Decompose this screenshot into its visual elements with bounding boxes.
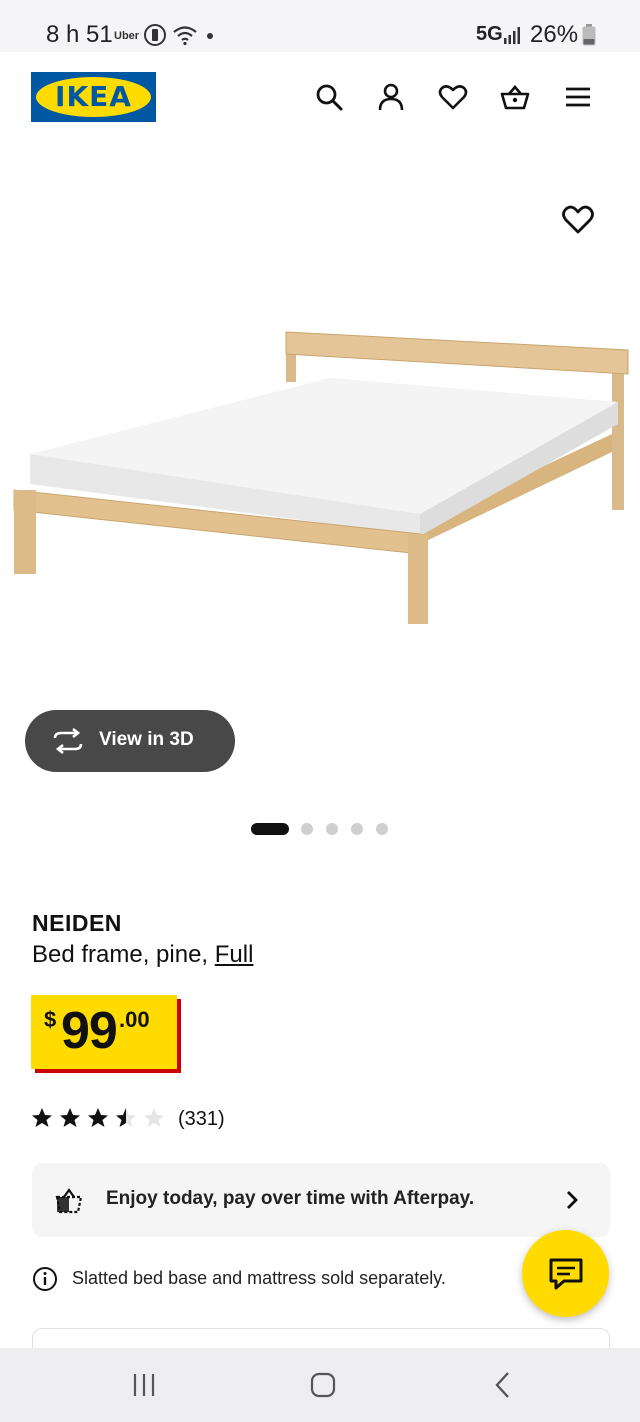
account-icon[interactable] xyxy=(376,82,406,112)
afterpay-icon xyxy=(55,1188,83,1214)
status-time: 8 h 51 xyxy=(46,21,113,48)
afterpay-text: Enjoy today, pay over time with Afterpay… xyxy=(106,1188,475,1209)
favorites-icon[interactable] xyxy=(438,82,468,112)
product-size-link[interactable]: Full xyxy=(215,941,254,968)
search-icon[interactable] xyxy=(314,82,344,112)
star-empty-icon xyxy=(144,1108,164,1127)
chat-button[interactable] xyxy=(522,1230,609,1317)
signal-icon xyxy=(504,27,520,44)
view-in-3d-label: View in 3D xyxy=(99,729,194,750)
product-name: NEIDEN xyxy=(32,910,122,936)
price-integer: 99 xyxy=(61,1002,118,1060)
network-type: 5G xyxy=(476,23,503,45)
view-in-3d-button[interactable]: View in 3D xyxy=(25,710,235,772)
status-bar: 8 h 51 Uber 5G 26% xyxy=(0,0,640,52)
ikea-logo[interactable]: IKEA xyxy=(31,72,156,122)
menu-icon[interactable] xyxy=(563,82,593,112)
home-icon[interactable] xyxy=(308,1370,338,1400)
wifi-icon xyxy=(173,26,197,46)
chevron-right-icon xyxy=(567,1191,578,1209)
pagination-dot[interactable] xyxy=(351,823,363,835)
review-count[interactable]: (331) xyxy=(178,1108,225,1131)
product-type: Bed frame, pine, xyxy=(32,941,215,968)
add-to-favorites-button[interactable] xyxy=(560,202,596,238)
battery-saver-icon xyxy=(144,24,166,46)
pagination-dot[interactable] xyxy=(376,823,388,835)
notification-dot xyxy=(207,33,213,39)
back-icon[interactable] xyxy=(488,1370,518,1400)
price-cents: .00 xyxy=(119,1007,150,1032)
pagination-dot[interactable] xyxy=(326,823,338,835)
product-gallery[interactable]: View in 3D xyxy=(0,144,640,836)
info-icon xyxy=(33,1267,57,1291)
basket-icon[interactable] xyxy=(500,82,530,112)
star-full-icon xyxy=(88,1108,108,1127)
star-full-icon xyxy=(60,1108,80,1127)
site-header: IKEA xyxy=(0,52,640,144)
price-currency: $ xyxy=(44,1007,57,1032)
pagination-dot[interactable] xyxy=(301,823,313,835)
battery-percent: 26% xyxy=(530,21,579,48)
bed-frame-image xyxy=(13,331,629,624)
afterpay-banner[interactable]: Enjoy today, pay over time with Afterpay… xyxy=(32,1163,610,1237)
chat-icon xyxy=(549,1258,583,1290)
logo-text: IKEA xyxy=(55,80,132,113)
recent-apps-icon[interactable] xyxy=(129,1370,159,1400)
pagination-dot-active[interactable] xyxy=(251,823,289,835)
price-tag: $ 99 .00 xyxy=(31,995,177,1069)
star-half-icon xyxy=(116,1108,136,1127)
rotate-3d-icon xyxy=(53,728,83,754)
notice-text: Slatted bed base and mattress sold separ… xyxy=(72,1268,446,1288)
star-full-icon xyxy=(32,1108,52,1127)
gallery-pagination xyxy=(0,822,640,836)
battery-icon xyxy=(582,24,596,46)
uber-notification-icon: Uber xyxy=(114,30,140,42)
android-nav-bar xyxy=(0,1348,640,1422)
product-description: Bed frame, pine, Full xyxy=(32,941,253,969)
